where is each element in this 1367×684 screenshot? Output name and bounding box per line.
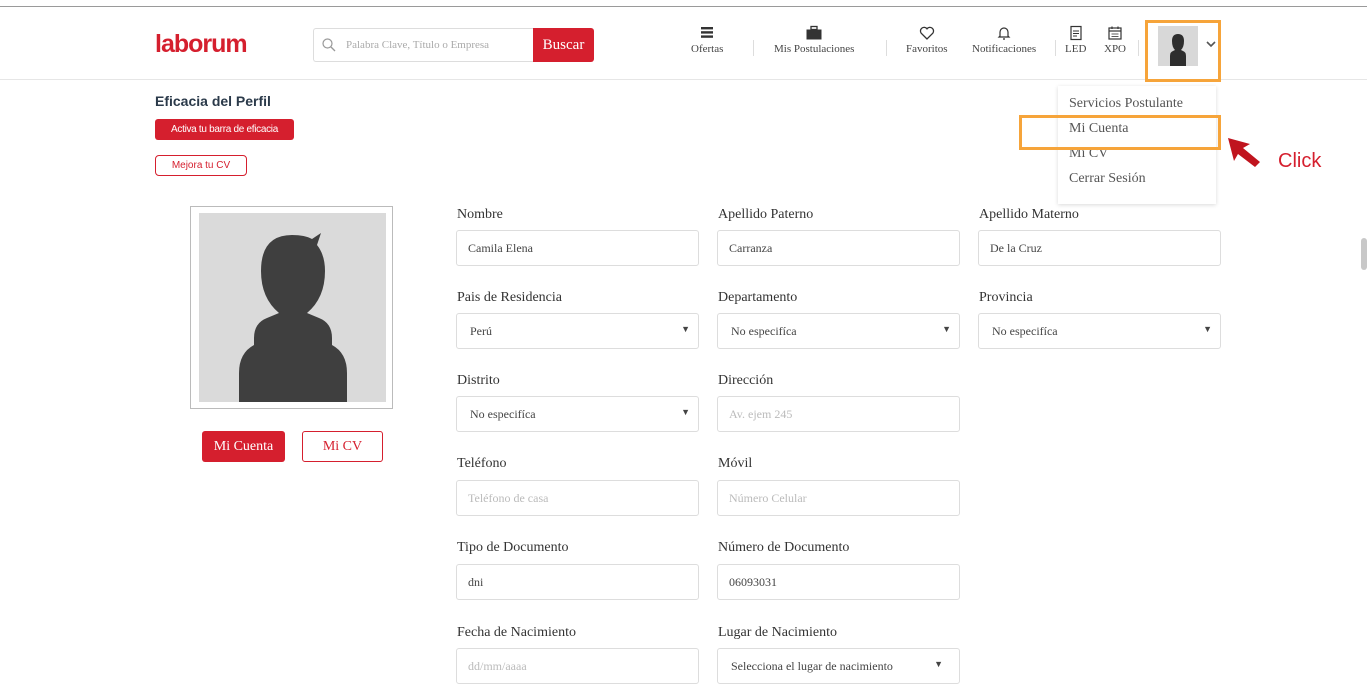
mi-cuenta-highlight-box bbox=[1019, 115, 1221, 150]
pais-value: Perú bbox=[470, 324, 492, 338]
nav-notificaciones-label: Notificaciones bbox=[972, 43, 1037, 55]
direccion-label: Dirección bbox=[718, 373, 774, 388]
list-icon bbox=[701, 27, 714, 38]
movil-field[interactable] bbox=[717, 480, 960, 516]
nav-ofertas[interactable]: Ofertas bbox=[691, 25, 723, 55]
document-icon bbox=[1070, 25, 1082, 41]
caret-down-icon: ▼ bbox=[681, 407, 690, 417]
provincia-value: No especifíca bbox=[992, 324, 1058, 338]
menu-item-servicios-postulante[interactable]: Servicios Postulante bbox=[1069, 96, 1183, 112]
heart-icon bbox=[919, 26, 934, 40]
apellido-materno-label: Apellido Materno bbox=[979, 207, 1079, 222]
lugar-nacimiento-select[interactable]: Selecciona el lugar de nacimiento ▼ bbox=[717, 648, 960, 684]
departamento-label: Departamento bbox=[718, 290, 798, 305]
distrito-label: Distrito bbox=[457, 373, 500, 388]
calendar-icon bbox=[1108, 26, 1122, 40]
tipo-documento-label: Tipo de Documento bbox=[457, 540, 569, 555]
search-button[interactable]: Buscar bbox=[533, 28, 594, 62]
provincia-select[interactable]: No especifíca ▼ bbox=[978, 313, 1221, 349]
nav-notificaciones[interactable]: Notificaciones bbox=[972, 25, 1036, 55]
caret-down-icon: ▼ bbox=[934, 659, 943, 669]
direccion-field[interactable] bbox=[717, 396, 960, 432]
click-annotation: Click bbox=[1278, 150, 1322, 172]
caret-down-icon: ▼ bbox=[681, 324, 690, 334]
tipo-documento-field[interactable] bbox=[456, 564, 699, 600]
apellido-paterno-field[interactable] bbox=[717, 230, 960, 266]
menu-item-cerrar-sesion[interactable]: Cerrar Sesión bbox=[1069, 171, 1146, 187]
apellido-paterno-label: Apellido Paterno bbox=[718, 207, 814, 222]
nombre-label: Nombre bbox=[457, 207, 503, 222]
apellido-materno-field[interactable] bbox=[978, 230, 1221, 266]
numero-documento-field[interactable] bbox=[717, 564, 960, 600]
nav-xpo[interactable]: XPO bbox=[1104, 25, 1126, 55]
distrito-value: No especifíca bbox=[470, 407, 536, 421]
nav-favoritos-label: Favoritos bbox=[906, 43, 948, 55]
nav-mis-postulaciones[interactable]: Mis Postulaciones bbox=[774, 25, 854, 55]
nav-divider bbox=[1138, 40, 1139, 56]
departamento-value: No especifíca bbox=[731, 324, 797, 338]
numero-documento-label: Número de Documento bbox=[718, 540, 850, 555]
nav-divider bbox=[753, 40, 754, 56]
distrito-select[interactable]: No especifíca ▼ bbox=[456, 396, 699, 432]
lugar-nacimiento-label: Lugar de Nacimiento bbox=[718, 625, 837, 640]
photo-placeholder bbox=[199, 213, 386, 402]
nav-postulaciones-label: Mis Postulaciones bbox=[774, 43, 855, 55]
mi-cv-button[interactable]: Mi CV bbox=[302, 431, 383, 462]
avatar-highlight-box bbox=[1145, 20, 1221, 82]
page-scrollbar[interactable] bbox=[1361, 238, 1367, 270]
nav-xpo-label: XPO bbox=[1104, 43, 1127, 55]
profile-silhouette-icon bbox=[239, 233, 347, 402]
nombre-field[interactable] bbox=[456, 230, 699, 266]
activate-efficacy-button[interactable]: Activa tu barra de eficacia bbox=[155, 119, 294, 140]
telefono-label: Teléfono bbox=[457, 456, 507, 471]
movil-label: Móvil bbox=[718, 456, 753, 471]
briefcase-icon bbox=[806, 25, 822, 40]
nav-favoritos[interactable]: Favoritos bbox=[906, 25, 948, 55]
nav-divider bbox=[1055, 40, 1056, 56]
fecha-nacimiento-label: Fecha de Nacimiento bbox=[457, 625, 576, 640]
telefono-field[interactable] bbox=[456, 480, 699, 516]
profile-photo[interactable] bbox=[190, 206, 393, 409]
provincia-label: Provincia bbox=[979, 290, 1033, 305]
search-box bbox=[313, 28, 533, 62]
caret-down-icon: ▼ bbox=[942, 324, 951, 334]
nav-ofertas-label: Ofertas bbox=[691, 43, 724, 55]
improve-cv-button[interactable]: Mejora tu CV bbox=[155, 155, 247, 176]
click-arrow-icon bbox=[1228, 138, 1260, 167]
search-input[interactable] bbox=[346, 30, 526, 60]
profile-efficacy-title: Eficacia del Perfil bbox=[155, 93, 271, 109]
fecha-nacimiento-field[interactable] bbox=[456, 648, 699, 684]
mi-cuenta-button[interactable]: Mi Cuenta bbox=[202, 431, 285, 462]
caret-down-icon: ▼ bbox=[1203, 324, 1212, 334]
departamento-select[interactable]: No especifíca ▼ bbox=[717, 313, 960, 349]
pais-select[interactable]: Perú ▼ bbox=[456, 313, 699, 349]
nav-led[interactable]: LED bbox=[1065, 25, 1086, 55]
bell-icon bbox=[997, 27, 1011, 40]
pais-label: Pais de Residencia bbox=[457, 290, 562, 305]
nav-led-label: LED bbox=[1065, 43, 1087, 55]
laborum-logo[interactable]: laborum bbox=[155, 30, 248, 59]
nav-divider bbox=[886, 40, 887, 56]
search-icon bbox=[322, 38, 336, 52]
